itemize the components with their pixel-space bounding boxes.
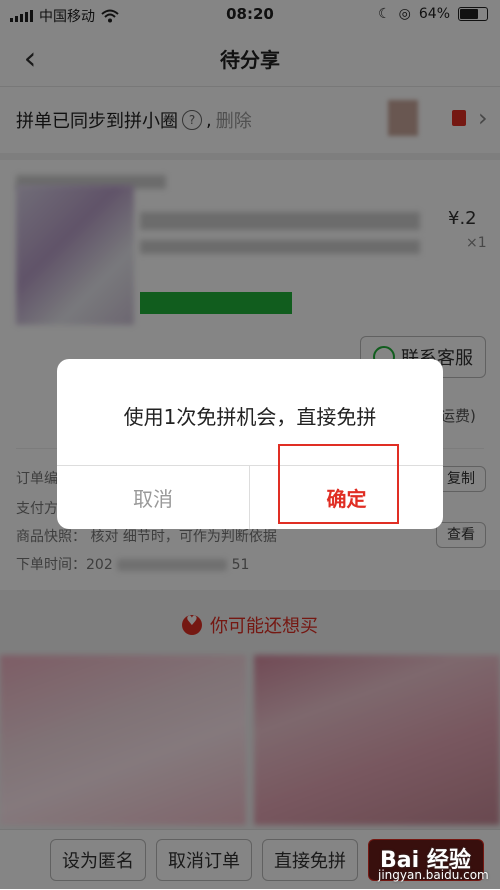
dialog-cancel-button[interactable]: 取消	[57, 466, 249, 529]
dialog-message: 使用1次免拼机会，直接免拼	[123, 405, 377, 429]
baidu-watermark-url: jingyan.baidu.com	[378, 868, 489, 882]
annotation-highlight-box	[278, 444, 399, 524]
